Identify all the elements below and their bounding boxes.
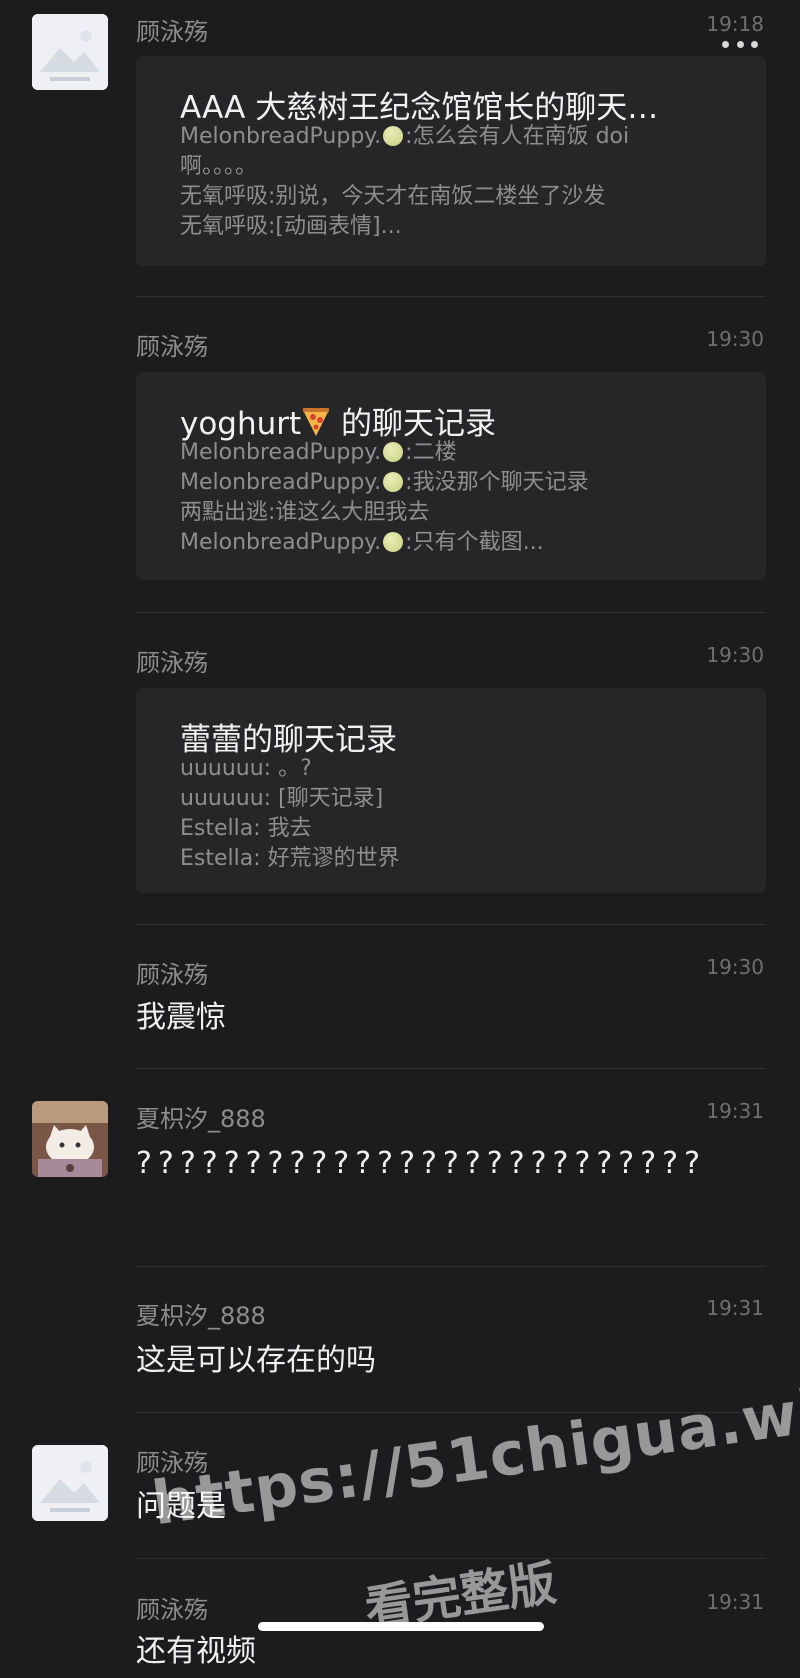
card-preview: MelonbreadPuppy.:二楼 MelonbreadPuppy.:我没那…	[180, 438, 589, 558]
chat-history-card[interactable]: AAA 大慈树王纪念馆馆长的聊天… MelonbreadPuppy.:怎么会有人…	[136, 56, 766, 266]
message-text: 我震惊	[136, 1000, 226, 1035]
more-options-button[interactable]	[722, 36, 758, 52]
image-placeholder-icon	[32, 1445, 108, 1521]
sender-name: 顾泳殇	[136, 649, 208, 677]
melon-emoji-icon	[383, 442, 404, 462]
preview-line: 啊。。。。	[180, 154, 258, 179]
sender-name: 顾泳殇	[136, 18, 208, 46]
preview-line: uuuuuu: 。?	[180, 756, 312, 781]
preview-line: Estella: 好荒谬的世界	[180, 846, 400, 871]
preview-line: MelonbreadPuppy.:怎么会有人在南饭 doi	[180, 124, 630, 149]
sender-name: 夏枳汐_888	[136, 1105, 266, 1133]
sender-name: 顾泳殇	[136, 333, 208, 361]
card-preview: uuuuuu: 。? uuuuuu: [聊天记录] Estella: 我去 Es…	[180, 754, 400, 874]
timestamp: 19:31	[706, 1590, 764, 1614]
preview-line: uuuuuu: [聊天记录]	[180, 786, 384, 811]
cat-avatar-icon	[32, 1101, 108, 1177]
preview-line: 两點出逃:谁这么大胆我去	[180, 500, 430, 525]
timestamp: 19:30	[706, 955, 764, 979]
preview-line: Estella: 我去	[180, 816, 312, 841]
home-indicator[interactable]	[258, 1622, 544, 1631]
preview-line: MelonbreadPuppy.:只有个截图...	[180, 530, 544, 555]
divider	[136, 1266, 766, 1267]
timestamp: 19:18	[706, 12, 764, 36]
melon-emoji-icon	[383, 532, 404, 552]
more-icon-dot	[751, 40, 758, 48]
preview-line: 无氧呼吸:别说，今天才在南饭二楼坐了沙发	[180, 184, 606, 209]
more-icon-dot	[722, 40, 729, 48]
card-title: 蕾蕾的聊天记录	[180, 722, 397, 758]
preview-line: MelonbreadPuppy.:二楼	[180, 440, 457, 465]
sender-name: 顾泳殇	[136, 961, 208, 989]
pizza-emoji-icon	[303, 408, 330, 436]
image-placeholder-icon	[32, 14, 108, 90]
divider	[136, 612, 766, 613]
more-icon-dot	[736, 40, 744, 48]
timestamp: 19:31	[706, 1296, 764, 1320]
timestamp: 19:31	[706, 1099, 764, 1123]
message-text: 还有视频	[136, 1634, 256, 1669]
chat-history-card[interactable]: 蕾蕾的聊天记录 uuuuuu: 。? uuuuuu: [聊天记录] Estell…	[136, 688, 766, 893]
avatar[interactable]	[32, 14, 108, 90]
card-title: yoghurt 的聊天记录	[180, 406, 497, 442]
divider	[136, 924, 766, 925]
message-text: 这是可以存在的吗	[136, 1343, 376, 1378]
message-text: ??????????????????????????	[136, 1146, 706, 1181]
preview-line: 无氧呼吸:[动画表情]...	[180, 214, 402, 239]
preview-line: MelonbreadPuppy.:我没那个聊天记录	[180, 470, 589, 495]
timestamp: 19:30	[706, 327, 764, 351]
divider	[136, 296, 766, 297]
sender-name: 顾泳殇	[136, 1596, 208, 1624]
sender-name: 夏枳汐_888	[136, 1302, 266, 1330]
melon-emoji-icon	[383, 472, 404, 492]
avatar[interactable]	[32, 1101, 108, 1177]
timestamp: 19:30	[706, 643, 764, 667]
avatar[interactable]	[32, 1445, 108, 1521]
divider	[136, 1068, 766, 1069]
card-preview: MelonbreadPuppy.:怎么会有人在南饭 doi 啊。。。。 无氧呼吸…	[180, 122, 629, 242]
card-title: AAA 大慈树王纪念馆馆长的聊天…	[180, 90, 659, 126]
melon-emoji-icon	[383, 126, 404, 146]
chat-history-card[interactable]: yoghurt 的聊天记录 MelonbreadPuppy.:二楼 Melonb…	[136, 372, 766, 580]
